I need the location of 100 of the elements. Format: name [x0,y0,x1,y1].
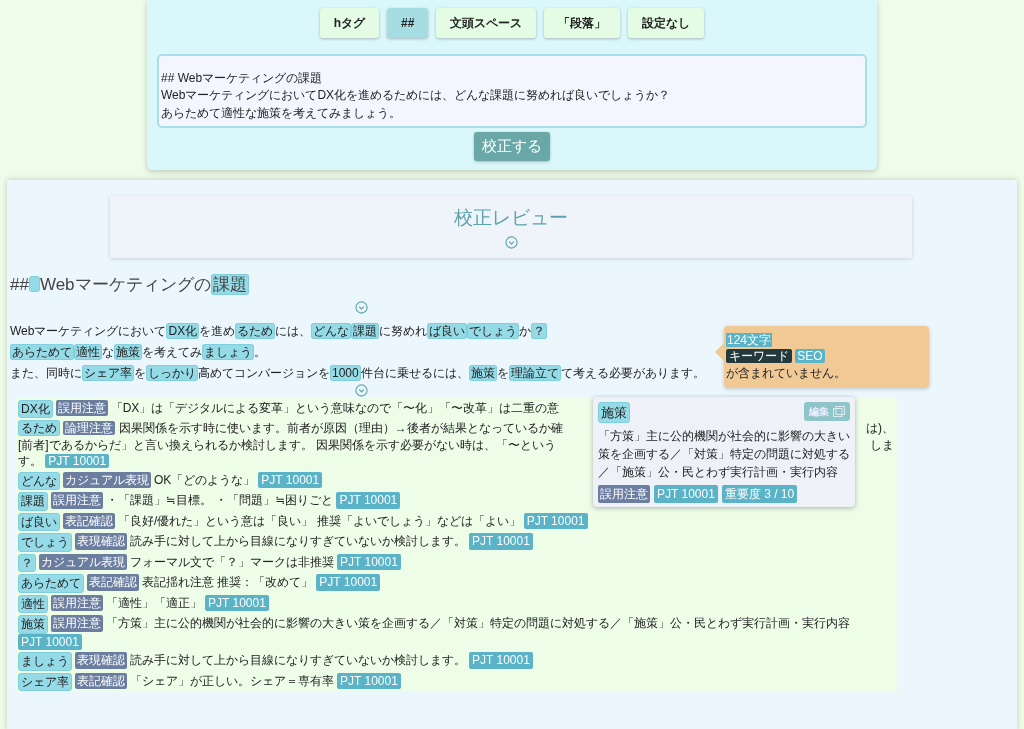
category-tag: 誤用注意 [55,399,108,416]
issue-word[interactable]: ば良い [18,512,60,531]
highlighted-word[interactable]: ば良い [427,322,468,339]
highlighted-word[interactable]: るため [235,322,276,339]
issue-text: 「方策」主に公的機関が社会的に影響の大きい策を企画する／「対策」特定の問題に対処する／「施策」公・民とわず実行計画・実行内容 [106,615,850,632]
highlighted-word[interactable]: シェア率 [82,364,134,381]
text: には、 [275,323,312,338]
character-count: 124文字 [726,332,773,347]
project-code: PJT 10001 [18,633,82,650]
project-code: PJT 10001 [469,533,533,550]
issue-word[interactable]: 課題 [18,492,48,511]
highlighted-word[interactable]: 理論立て [508,364,561,381]
issue-word[interactable]: どんな [18,471,60,490]
issue-text: [前者]であるからだ」と言い換えられるか検討します。 因果関係を示す必要がない時は、「〜という [18,437,556,452]
issue-text: は)、 [866,421,894,435]
issue-text: す。 [18,454,42,468]
issue-word[interactable]: ？ [18,553,36,572]
highlighted-word[interactable]: 1000 [330,364,361,381]
text: 件台に乗せるには、 [360,365,469,380]
format-button[interactable]: 「段落」 [544,8,621,38]
category-tag: カジュアル表現 [63,471,151,488]
summary-message: が含まれていません。 [726,365,846,382]
expand-icon[interactable] [354,383,368,397]
issue-text: 因果関係を示す時に使います。前者が原因（理由）→後者が結果となっているか確 [118,421,563,435]
issue-word[interactable]: あらためて [18,574,84,593]
project-code: PJT 10001 [523,512,588,529]
text: か [519,323,532,338]
category-tag: 論理注意 [63,421,116,435]
category-tag: 表現確認 [75,533,127,550]
project-code: PJT 10001 [45,454,110,468]
issue-word[interactable]: シェア率 [18,672,72,691]
keyword-label: キーワード [726,349,792,364]
issue-word[interactable]: 適性 [18,594,48,613]
issue-word[interactable]: でしょう [18,533,72,552]
issue-text: 「適性」「適正」 [106,594,202,611]
category-tag: カジュアル表現 [39,553,127,570]
project-code: PJT 10001 [337,553,401,570]
issue-text: OK「どのような」 [154,471,256,488]
issue-word[interactable]: るため [18,420,60,436]
project-code: PJT 10001 [469,652,533,669]
issue-word[interactable]: 施策 [18,615,48,634]
issue-text: 「シェア」が正しい。シェア＝専有率 [130,672,334,689]
category-tag: 誤用注意 [51,615,103,632]
project-code: PJT 10001 [336,492,401,509]
project-code: PJT 10001 [258,471,323,488]
highlighted-word[interactable]: あらためて [10,343,74,360]
highlighted-word[interactable]: 課題 [351,322,380,339]
issue-text: 「良好/優れた」という意は「良い」 推奨「よいでしょう」などは「よい」 [118,512,521,529]
text: また、同時に [10,365,82,380]
highlighted-word[interactable]: 施策 [468,364,497,381]
text: を考えてみ [142,344,202,359]
highlighted-word[interactable]: どんな [311,322,352,339]
project-code: PJT 10001 [316,574,381,591]
highlighted-word[interactable]: しっかり [146,364,198,381]
importance-tag: 重要度 3 / 10 [721,485,798,503]
category-tag: 表現確認 [75,652,127,669]
issue-word: 施策 [598,401,630,423]
highlighted-word[interactable]: ？ [531,322,548,339]
text: ## [10,274,29,294]
format-button[interactable]: 設定なし [628,8,705,38]
format-button[interactable]: hタグ [319,8,379,38]
highlighted-word[interactable]: 課題 [210,273,249,295]
text-input-area[interactable]: ## Webマーケティングの課題 WebマーケティングにおいてDX化を進めるためには、どんな課題に努めれば良いでしょうか？ あらためて適性な施策を考えてみましょう。 [157,54,867,128]
issue-text: フォーマル文で「？」マークは非推奨 [130,553,334,570]
category-tag: 誤用注意 [51,594,103,611]
category-tag: 誤用注意 [598,485,650,503]
copy-icon [833,405,845,417]
text: な [102,344,114,359]
issue-text: 「DX」は「デジタルによる変革」という意味なので「〜化」「〜改革」は二重の意 [110,399,560,416]
highlighted-word[interactable]: 施策 [114,343,142,360]
project-code: PJT 10001 [337,672,401,689]
highlighted-word[interactable]: 適性 [74,343,102,360]
text: に努めれ [379,323,428,338]
text: 高めてコンバージョンを [198,365,330,380]
issue-text: ・「課題」≒目標。 ・「問題」≒困りごと [106,492,334,509]
expand-icon[interactable] [354,301,368,315]
format-button[interactable]: ## [387,8,429,38]
expand-icon[interactable] [504,236,518,250]
issue-text: 表記揺れ注意 推奨：「改めて」 [142,574,314,591]
project-code: PJT 10001 [654,485,718,503]
text: を進め [199,323,236,338]
issue-text: しま [870,437,894,452]
category-tag: 表記確認 [63,512,115,529]
issue-word[interactable]: DX化 [18,399,53,418]
category-tag: 表記確認 [75,672,127,689]
category-tag: 誤用注意 [51,492,103,509]
highlighted-word[interactable]: でしょう [467,322,520,339]
text: を [134,365,146,380]
issue-word[interactable]: ましょう [18,652,72,671]
issue-text: 読み手に対して上から目線になりすぎていないか検討します。 [130,652,466,669]
format-button[interactable]: 文頭スペース [436,8,537,38]
text: を [496,365,509,380]
highlighted-word[interactable]: DX化 [166,322,200,339]
review-title: 校正レビュー [453,205,569,230]
text: て考える必要があります。 [560,365,705,380]
category-tag: 表記確認 [87,574,139,591]
keyword-tag: SEO [795,349,825,364]
highlighted-word[interactable]: ましょう [202,343,254,360]
text: Webマーケティングの [39,274,211,294]
text: 。 [254,344,266,359]
